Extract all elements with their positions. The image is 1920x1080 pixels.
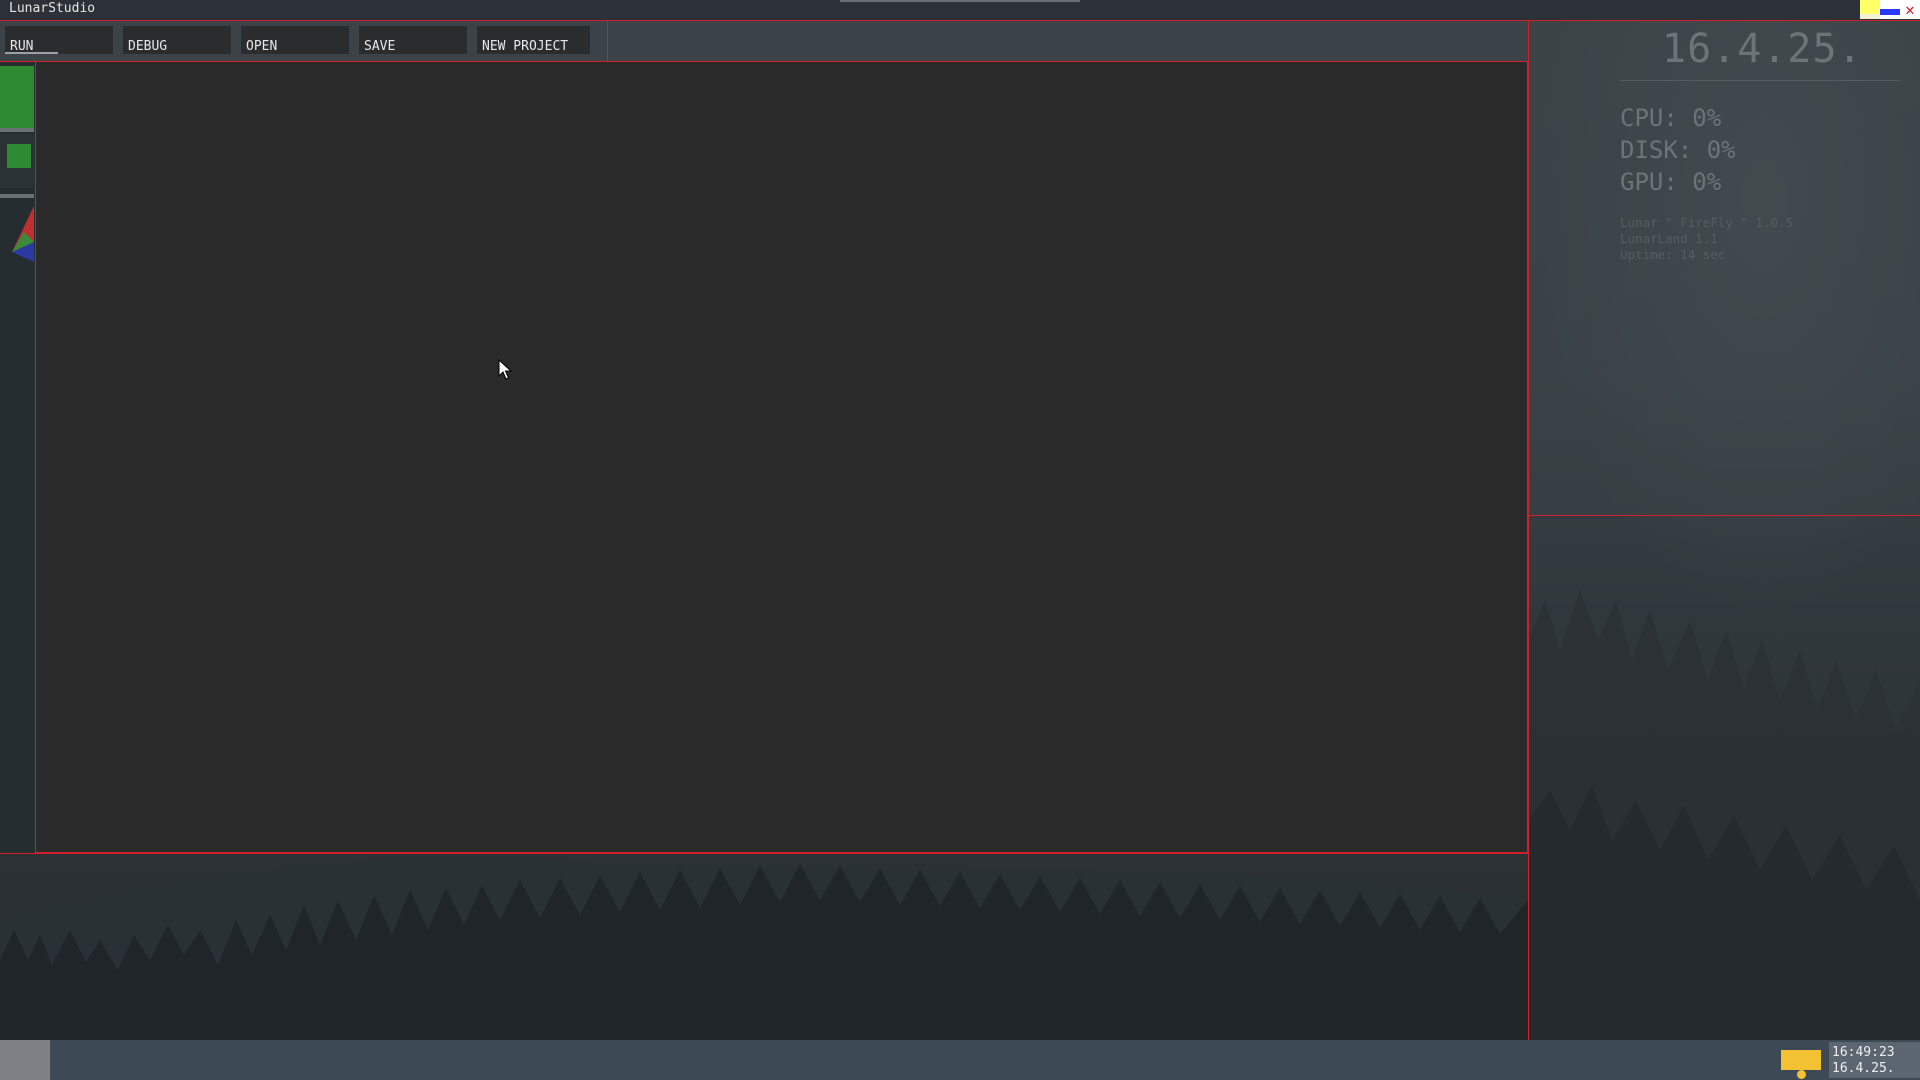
debug-button[interactable]: DEBUG bbox=[123, 26, 231, 54]
main-area-bottom-border bbox=[0, 853, 1528, 854]
disk-usage: DISK: 0% bbox=[1620, 136, 1736, 164]
taskbar: 16:49:23 16.4.25. bbox=[0, 1040, 1920, 1080]
dock-app-tile[interactable] bbox=[0, 66, 34, 132]
gpu-usage: GPU: 0% bbox=[1620, 168, 1722, 196]
system-monitor-bottom-border bbox=[1528, 515, 1920, 516]
window-title: LunarStudio bbox=[9, 1, 96, 16]
close-button[interactable]: ✕ bbox=[1900, 0, 1920, 19]
taskbar-time: 16:49:23 bbox=[1832, 1045, 1895, 1060]
run-button[interactable]: RUN bbox=[5, 26, 113, 54]
land-version: LunarLand 1.1 bbox=[1620, 231, 1718, 246]
lunar-logo-icon[interactable] bbox=[10, 202, 36, 266]
cpu-usage: CPU: 0% bbox=[1620, 104, 1722, 132]
new-project-button[interactable]: NEW PROJECT bbox=[477, 26, 590, 54]
desktop: LunarStudio ✕ RUN DEBUG OPEN SAVE NEW PR… bbox=[0, 0, 1920, 1080]
minimize-button[interactable] bbox=[1860, 0, 1880, 19]
os-version: Lunar " FireFly " 1.0.5 bbox=[1620, 215, 1794, 230]
dock-app-icon[interactable] bbox=[7, 144, 31, 168]
start-button[interactable] bbox=[0, 1040, 50, 1080]
titlebar-drag-handle[interactable] bbox=[840, 0, 1080, 2]
toolbar: RUN DEBUG OPEN SAVE NEW PROJECT bbox=[0, 21, 608, 61]
taskbar-clock[interactable]: 16:49:23 16.4.25. bbox=[1829, 1042, 1920, 1078]
monitor-icon[interactable] bbox=[1781, 1050, 1821, 1079]
left-dock bbox=[0, 62, 35, 853]
code-editor-canvas[interactable] bbox=[35, 61, 1528, 853]
monitor-divider bbox=[1620, 80, 1900, 81]
window-titlebar[interactable]: LunarStudio ✕ bbox=[0, 0, 1920, 21]
mouse-pointer-icon bbox=[498, 359, 512, 380]
save-button[interactable]: SAVE bbox=[359, 26, 467, 54]
open-button[interactable]: OPEN bbox=[241, 26, 349, 54]
maximize-button[interactable] bbox=[1880, 0, 1900, 19]
system-monitor-panel bbox=[1529, 21, 1920, 515]
uptime: Uptime: 14 sec bbox=[1620, 247, 1726, 262]
dock-separator bbox=[0, 194, 34, 198]
monitor-date: 16.4.25. bbox=[1662, 26, 1863, 72]
close-icon: ✕ bbox=[1905, 0, 1915, 19]
taskbar-date: 16.4.25. bbox=[1832, 1061, 1895, 1076]
